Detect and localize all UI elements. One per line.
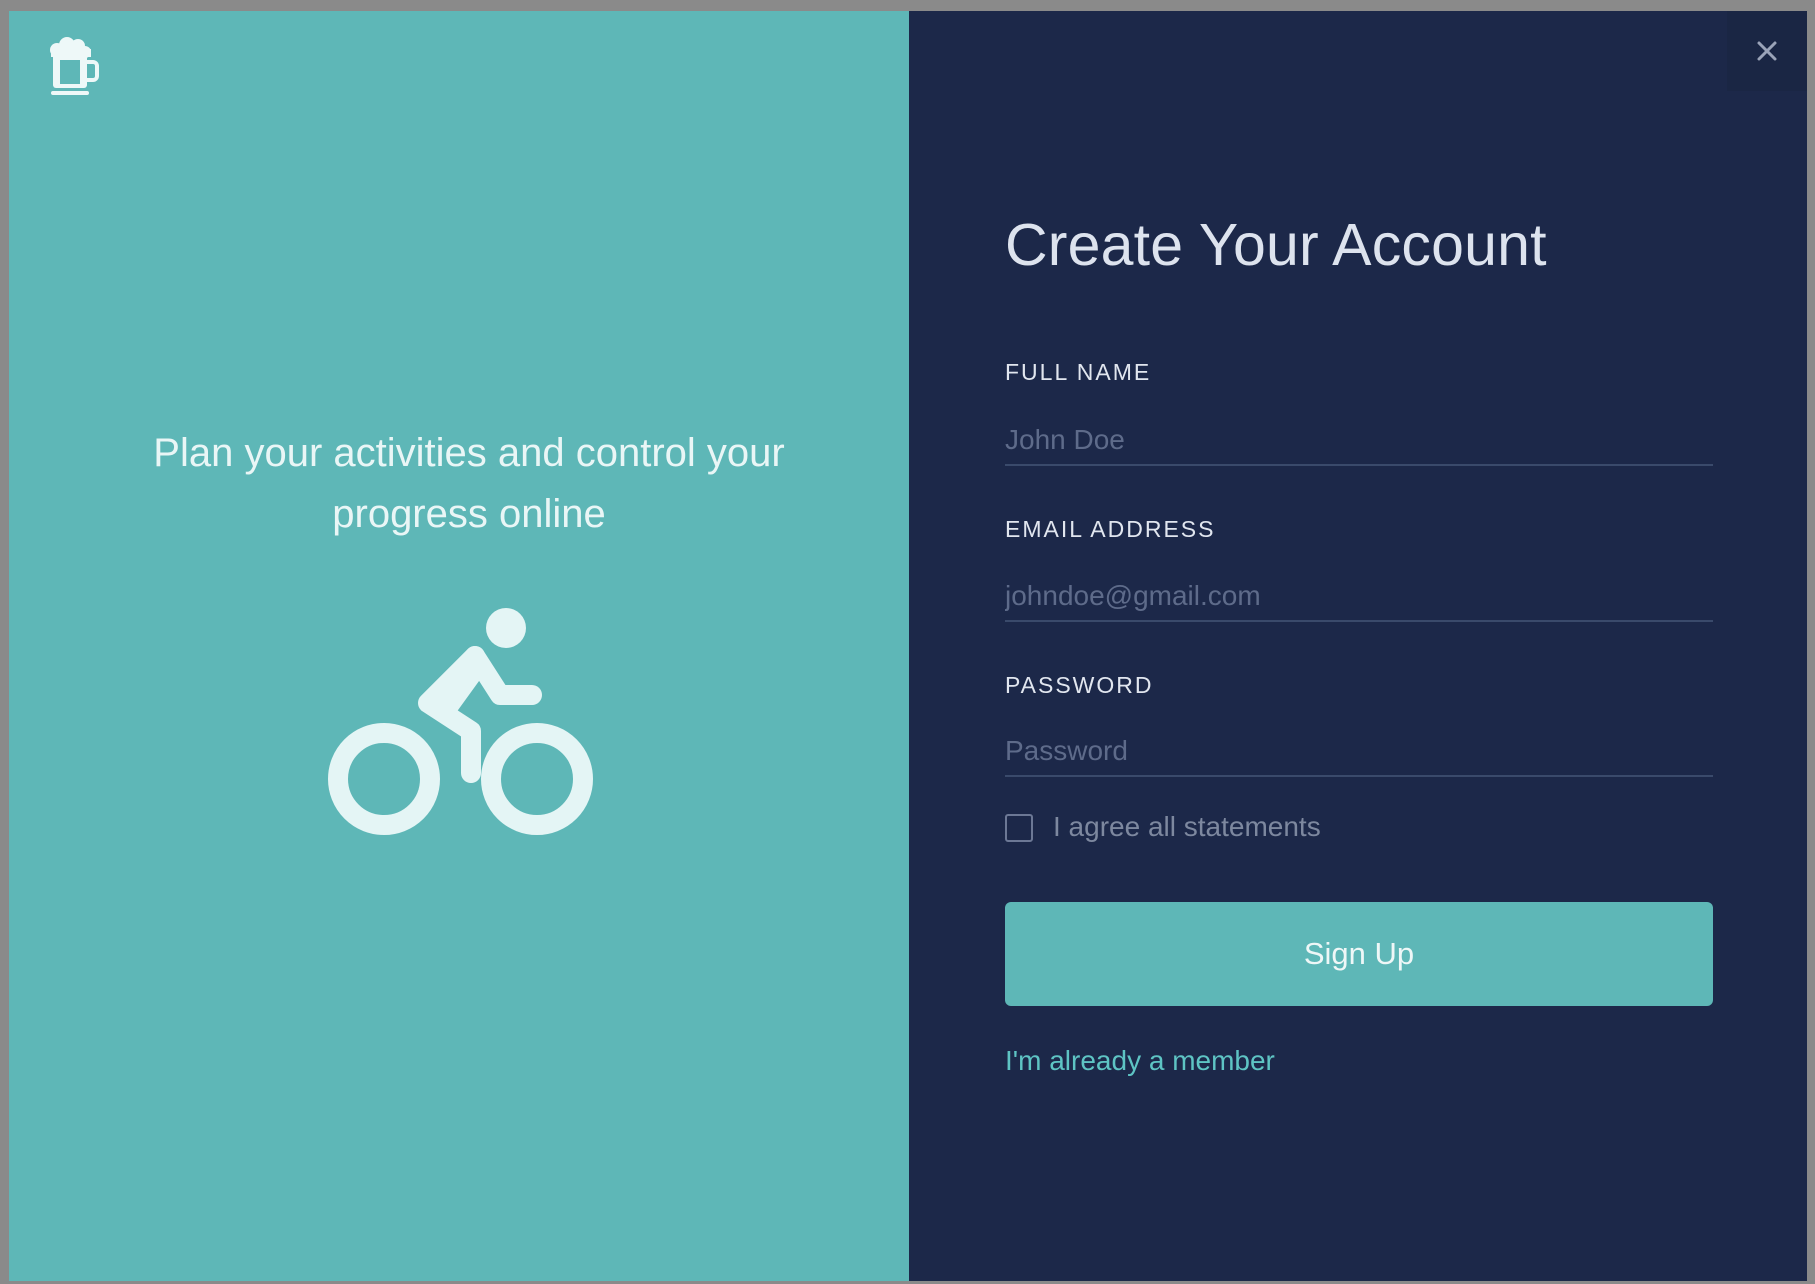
password-input[interactable] [1005,727,1713,777]
close-button[interactable] [1727,11,1807,91]
close-icon [1757,41,1777,61]
already-member-link[interactable]: I'm already a member [1005,1045,1275,1077]
password-label: PASSWORD [1005,672,1154,698]
tagline: Plan your activities and control your pr… [153,431,785,536]
agree-checkbox[interactable] [1005,814,1033,842]
signup-form-panel: Create Your Account FULL NAME EMAIL ADDR… [909,11,1807,1281]
beer-mug-icon [47,36,99,98]
promo-panel: Plan your activities and control your pr… [9,11,909,1281]
signup-modal: Plan your activities and control your pr… [9,11,1807,1281]
email-label: EMAIL ADDRESS [1005,516,1216,542]
sign-up-button[interactable]: Sign Up [1005,902,1713,1006]
page-title: Create Your Account [1005,212,1547,278]
full-name-input[interactable] [1005,416,1713,466]
bicycle-rider-icon [327,593,601,839]
full-name-label: FULL NAME [1005,359,1152,385]
email-input[interactable] [1005,572,1713,622]
agree-label: I agree all statements [1053,811,1321,842]
